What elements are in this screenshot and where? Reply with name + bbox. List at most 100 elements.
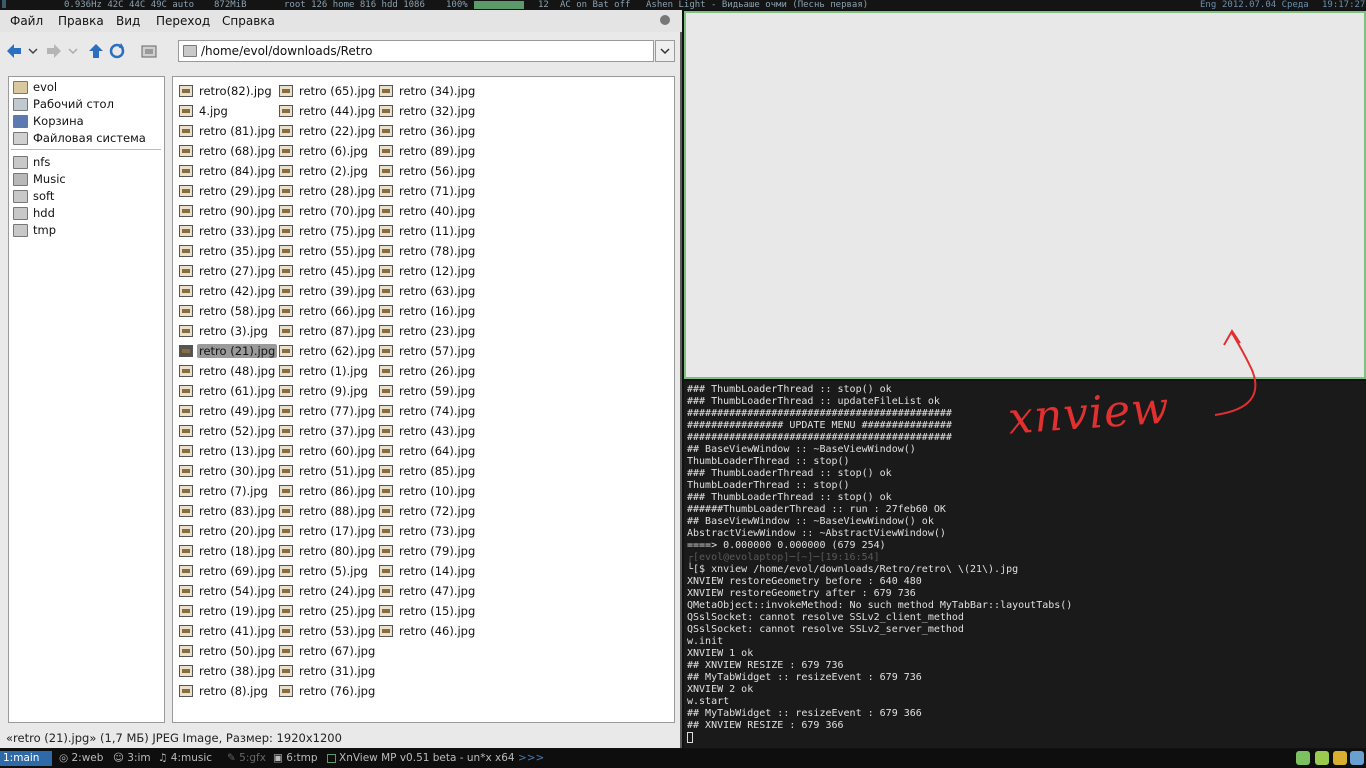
- terminal-line: QSslSocket: cannot resolve SSLv2_server_…: [687, 624, 964, 635]
- file-name: retro (36).jpg: [399, 124, 476, 138]
- bookmark-soft[interactable]: soft: [11, 188, 161, 205]
- image-file-icon: [279, 545, 293, 557]
- file-name: retro (16).jpg: [399, 304, 476, 318]
- image-file-icon: [179, 605, 193, 617]
- location-path[interactable]: /home/evol/downloads/Retro: [201, 44, 373, 58]
- menu-file[interactable]: Файл: [10, 14, 43, 28]
- up-arrow-icon[interactable]: [87, 42, 105, 60]
- forward-arrow-icon[interactable]: [45, 42, 63, 60]
- file-name: retro (3).jpg: [199, 324, 268, 338]
- back-arrow-icon[interactable]: [5, 42, 23, 60]
- terminal-line: XNVIEW 2 ok: [687, 684, 754, 695]
- image-file-icon: [279, 445, 293, 457]
- image-file-icon: [179, 525, 193, 537]
- window-menu-icon[interactable]: [660, 15, 670, 25]
- tag-label: 1:main: [3, 752, 40, 764]
- file-name: retro (37).jpg: [299, 424, 376, 438]
- update-tray-icon[interactable]: [1350, 751, 1364, 765]
- splitter-handle[interactable]: [166, 400, 170, 410]
- memory-info: 872MiB: [214, 0, 247, 10]
- terminal-cursor-line[interactable]: [687, 732, 1366, 744]
- notes-tray-icon[interactable]: [1333, 751, 1347, 765]
- terminal-line: ====> 0.000000 0.000000 (679 254): [687, 540, 886, 551]
- bookmark-music[interactable]: Music: [11, 171, 161, 188]
- terminal-command: └[$ xnview /home/evol/downloads/Retro/re…: [687, 564, 1019, 575]
- tag-label: 3:im: [127, 752, 151, 764]
- place-корзина[interactable]: Корзина: [11, 113, 161, 130]
- file-name: retro (19).jpg: [199, 604, 276, 618]
- file-name: retro (44).jpg: [299, 104, 376, 118]
- bookmark-label: hdd: [33, 206, 55, 220]
- file-name: retro (70).jpg: [299, 204, 376, 218]
- back-history-chevron-down-icon[interactable]: [27, 42, 39, 60]
- xnview-window[interactable]: [684, 11, 1366, 379]
- image-file-icon: [379, 285, 393, 297]
- reload-icon[interactable]: [108, 42, 126, 60]
- file-name: retro (80).jpg: [299, 544, 376, 558]
- place-evol[interactable]: evol: [11, 79, 161, 96]
- image-file-icon: [279, 145, 293, 157]
- tag-2-web[interactable]: ◎ 2:web: [56, 751, 106, 766]
- file-name: retro (54).jpg: [199, 584, 276, 598]
- file-name: retro (77).jpg: [299, 404, 376, 418]
- file-name: retro (69).jpg: [199, 564, 276, 578]
- file-name: retro (9).jpg: [299, 384, 368, 398]
- new-tab-icon[interactable]: [140, 42, 158, 60]
- bookmark-hdd[interactable]: hdd: [11, 205, 161, 222]
- folder-icon: [183, 45, 197, 57]
- file-name: retro (32).jpg: [399, 104, 476, 118]
- active-window-title[interactable]: XnView MP v0.51 beta - un*x x64 >>>: [324, 751, 547, 766]
- bookmark-tmp[interactable]: tmp: [11, 222, 161, 239]
- image-file-icon: [179, 265, 193, 277]
- file-name: retro (53).jpg: [299, 624, 376, 638]
- drive-icon: [13, 132, 28, 145]
- window-icon: [327, 753, 336, 763]
- network-tray-icon[interactable]: [1296, 751, 1310, 765]
- image-file-icon: [179, 565, 193, 577]
- image-file-icon: [379, 305, 393, 317]
- file-name: retro (42).jpg: [199, 284, 276, 298]
- tag-6-tmp[interactable]: ▣ 6:tmp: [270, 751, 321, 766]
- tag-3-im[interactable]: ☺ 3:im: [110, 751, 154, 766]
- menu-go[interactable]: Переход: [156, 14, 210, 28]
- window-title-text: XnView MP v0.51 beta - un*x x64: [339, 752, 515, 764]
- file-name: retro (87).jpg: [299, 324, 376, 338]
- image-file-icon: [179, 125, 193, 137]
- tag-label: 2:web: [71, 752, 104, 764]
- tag-4-music[interactable]: ♫ 4:music: [155, 751, 215, 766]
- image-file-icon: [179, 445, 193, 457]
- file-name: retro (33).jpg: [199, 224, 276, 238]
- tag-1-main[interactable]: 1:main: [0, 751, 52, 766]
- place-файловая-система[interactable]: Файловая система: [11, 130, 161, 147]
- messenger-tray-icon[interactable]: [1315, 751, 1329, 765]
- volume-bar: [474, 1, 524, 9]
- terminal-line: XNVIEW restoreGeometry after : 679 736: [687, 588, 916, 599]
- taskbar: 1:main ◎ 2:web ☺ 3:im ♫ 4:music ✎ 5:gfx …: [0, 749, 1366, 768]
- terminal-line: ThumbLoaderThread :: stop(): [687, 480, 850, 491]
- file-name: retro (63).jpg: [399, 284, 476, 298]
- image-file-icon: [179, 225, 193, 237]
- tag-5-gfx[interactable]: ✎ 5:gfx: [224, 751, 269, 766]
- file-name: retro (34).jpg: [399, 84, 476, 98]
- image-file-icon: [279, 165, 293, 177]
- image-file-icon: [379, 365, 393, 377]
- file-name: retro (52).jpg: [199, 424, 276, 438]
- menu-help[interactable]: Справка: [222, 14, 275, 28]
- image-file-icon: [379, 205, 393, 217]
- place-label: evol: [33, 80, 58, 94]
- image-file-icon: [179, 425, 193, 437]
- disk-info: root 126 home 816 hdd 1086: [284, 0, 425, 10]
- place-рабочий-стол[interactable]: Рабочий стол: [11, 96, 161, 113]
- terminal-line: ## XNVIEW RESIZE : 679 366: [687, 720, 844, 731]
- file-name: retro (17).jpg: [299, 524, 376, 538]
- image-file-icon: [379, 605, 393, 617]
- file-name: retro (31).jpg: [299, 664, 376, 678]
- forward-history-chevron-down-icon[interactable]: [67, 42, 79, 60]
- menu-edit[interactable]: Правка: [58, 14, 104, 28]
- menu-view[interactable]: Вид: [116, 14, 140, 28]
- bookmark-nfs[interactable]: nfs: [11, 154, 161, 171]
- menu-bar: Файл Правка Вид Переход Справка: [0, 10, 682, 32]
- location-history-dropdown[interactable]: [655, 40, 675, 62]
- image-file-icon: [279, 505, 293, 517]
- location-bar[interactable]: /home/evol/downloads/Retro: [178, 40, 654, 62]
